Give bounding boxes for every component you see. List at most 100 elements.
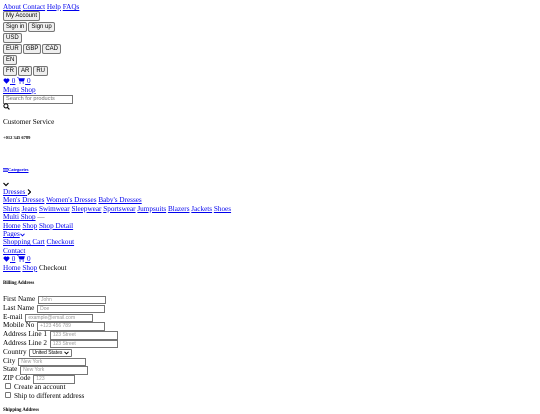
pages-row: Pages <box>3 230 540 238</box>
navbar-brand-link[interactable]: Multi Shop <box>3 213 36 221</box>
nav-pages-dropdown[interactable]: Pages <box>3 230 25 238</box>
top-cart-link[interactable]: 0 <box>17 77 31 86</box>
category-jackets-link[interactable]: Jackets <box>191 205 212 213</box>
top-wishlist-link[interactable]: 0 <box>3 77 15 85</box>
currency-gbp-button[interactable]: GBP <box>22 44 42 55</box>
help-link[interactable]: Help <box>47 3 61 11</box>
search-input[interactable]: Search for products <box>3 95 73 105</box>
shopping-cart-link[interactable]: Shopping Cart <box>3 238 45 246</box>
language-fr-button[interactable]: FR <box>3 66 17 77</box>
first-name-label: First Name <box>3 295 36 304</box>
faqs-link[interactable]: FAQs <box>63 3 80 11</box>
dresses-label: Dresses <box>3 188 26 197</box>
category-list: Shirts Jeans Swimwear Sleepwear Sportswe… <box>3 205 540 213</box>
logo-row: Multi Shop <box>3 86 540 94</box>
create-account-row: Create an account <box>3 383 540 392</box>
last-name-label: Last Name <box>3 303 35 312</box>
top-wishlist-count: 0 <box>11 77 16 86</box>
currency-eur-button[interactable]: EUR <box>3 44 22 55</box>
currency-usd-button[interactable]: USD <box>3 33 22 44</box>
address-line-2-field-row: Address Line 2 123 Street <box>3 339 540 349</box>
category-jeans-link[interactable]: Jeans <box>22 205 38 213</box>
category-sportswear-link[interactable]: Sportswear <box>103 205 135 213</box>
sign-in-button[interactable]: Sign in <box>3 22 28 33</box>
my-account-button[interactable]: My Account <box>3 11 41 22</box>
account-row: My Account <box>3 11 540 22</box>
zip-field-row: ZIP Code 123 <box>3 374 540 384</box>
currency-cad-button[interactable]: CAD <box>42 44 62 55</box>
first-name-field-row: First Name John <box>3 295 540 305</box>
categories-link[interactable]: Categories <box>3 167 29 172</box>
currency-options: EUR GBP CAD <box>3 44 540 55</box>
pages-submenu: Shopping Cart Checkout <box>3 238 540 246</box>
nav-cart-link[interactable]: 0 <box>17 255 31 264</box>
ship-different-row: Ship to different address <box>3 391 540 401</box>
auth-row: Sign in Sign up <box>3 22 540 33</box>
contact-row: Contact <box>3 247 540 255</box>
sign-up-button[interactable]: Sign up <box>28 22 55 33</box>
logo-link[interactable]: Multi Shop <box>3 86 36 94</box>
top-cart-count: 0 <box>26 77 31 86</box>
search-icon[interactable] <box>3 103 10 111</box>
mobile-label: Mobile No <box>3 321 35 330</box>
categories-chevron-row <box>3 180 540 188</box>
nav-cart-count: 0 <box>26 255 31 264</box>
nav-shop-link[interactable]: Shop <box>22 222 37 230</box>
language-row: EN <box>3 55 540 66</box>
chevron-down-icon <box>63 351 69 355</box>
heart-icon <box>3 78 10 85</box>
country-field-row: Country United States <box>3 347 540 358</box>
ship-different-label: Ship to different address <box>14 391 85 400</box>
about-link[interactable]: About <box>3 3 21 11</box>
mens-dresses-link[interactable]: Men's Dresses <box>3 196 44 204</box>
breadcrumb: Home Shop Checkout <box>3 264 540 272</box>
currency-row: USD <box>3 33 540 44</box>
navbar-brand-row: Multi Shop — <box>3 213 540 221</box>
nav-contact-link[interactable]: Contact <box>3 247 25 255</box>
zip-label: ZIP Code <box>3 374 31 383</box>
category-shoes-link[interactable]: Shoes <box>214 205 231 213</box>
contact-link[interactable]: Contact <box>23 3 45 11</box>
city-field-row: City New York <box>3 357 540 367</box>
category-swimwear-link[interactable]: Swimwear <box>39 205 70 213</box>
nav-wishlist-link[interactable]: 0 <box>3 255 15 263</box>
nav-wishlist-count: 0 <box>11 255 16 264</box>
womens-dresses-link[interactable]: Women's Dresses <box>46 196 96 204</box>
nav-icons: 0 0 <box>3 255 540 263</box>
last-name-field-row: Last Name Doe <box>3 303 540 314</box>
dresses-link[interactable]: Dresses <box>3 188 32 197</box>
category-sleepwear-link[interactable]: Sleepwear <box>72 205 102 213</box>
create-account-checkbox[interactable] <box>5 383 11 390</box>
search-row: Search for products <box>3 94 540 105</box>
category-jumpsuits-link[interactable]: Jumpsuits <box>137 205 166 213</box>
nav-shop-detail-link[interactable]: Shop Detail <box>39 222 73 230</box>
customer-service-label: Customer Service <box>3 118 55 127</box>
address-line-1-label: Address Line 1 <box>3 330 47 339</box>
babys-dresses-link[interactable]: Baby's Dresses <box>98 196 141 204</box>
top-links: About Contact Help FAQs <box>3 3 540 11</box>
breadcrumb-home-link[interactable]: Home <box>3 264 21 272</box>
category-blazers-link[interactable]: Blazers <box>168 205 190 213</box>
language-en-button[interactable]: EN <box>3 55 18 66</box>
categories-label: Categories <box>8 166 29 172</box>
cart-icon <box>17 255 26 262</box>
mobile-field-row: Mobile No +123 456 789 <box>3 321 540 331</box>
search-button-row <box>3 103 540 112</box>
category-shirts-link[interactable]: Shirts <box>3 205 20 213</box>
nav-home-link[interactable]: Home <box>3 222 21 230</box>
language-ar-button[interactable]: AR <box>18 66 33 77</box>
chevron-down-icon <box>19 233 25 237</box>
pages-label: Pages <box>3 230 20 239</box>
country-label: Country <box>3 347 27 356</box>
email-label: E-mail <box>3 312 23 321</box>
language-ru-button[interactable]: RU <box>33 66 49 77</box>
breadcrumb-shop-link[interactable]: Shop <box>22 264 37 272</box>
checkout-link[interactable]: Checkout <box>47 238 75 246</box>
navbar-toggler-icon[interactable]: — <box>37 213 44 221</box>
chevron-down-icon <box>3 182 9 187</box>
address-line-2-label: Address Line 2 <box>3 339 47 348</box>
breadcrumb-current: Checkout <box>38 263 67 272</box>
ship-different-checkbox[interactable] <box>5 391 11 398</box>
cart-icon <box>17 77 26 85</box>
create-account-label: Create an account <box>14 383 66 392</box>
